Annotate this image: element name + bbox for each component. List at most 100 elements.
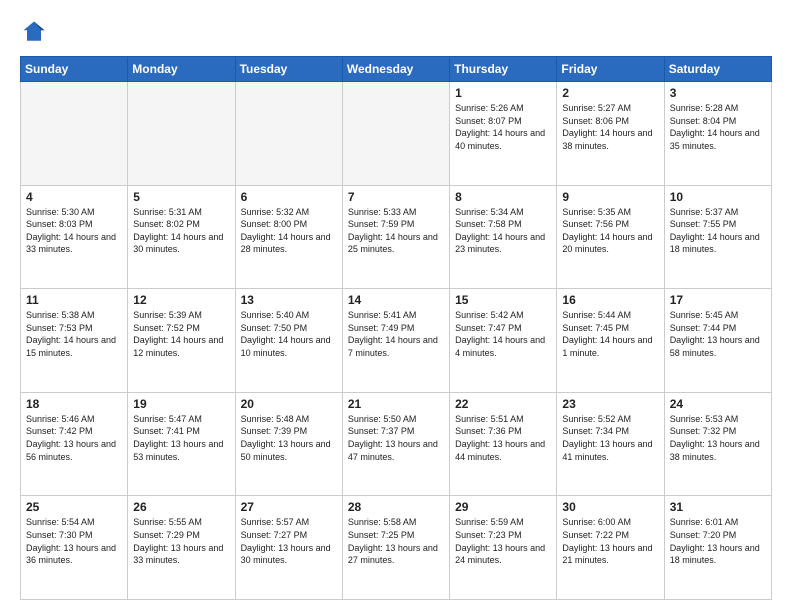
calendar-cell: 29 Sunrise: 5:59 AMSunset: 7:23 PMDayligh… — [450, 496, 557, 600]
calendar-cell — [21, 82, 128, 186]
calendar-cell: 10Sunrise: 5:37 AMSunset: 7:55 PMDayligh… — [664, 185, 771, 289]
calendar-cell: 8 Sunrise: 5:34 AMSunset: 7:58 PMDaylight… — [450, 185, 557, 289]
calendar-cell: 24 Sunrise: 5:53 AMSunset: 7:32 PMDayligh… — [664, 392, 771, 496]
day-number: 5 — [133, 190, 229, 204]
calendar-table: SundayMondayTuesdayWednesdayThursdayFrid… — [20, 56, 772, 600]
cell-text: Sunrise: 5:57 AMSunset: 7:27 PMDaylight:… — [241, 516, 337, 566]
cell-text: Sunrise: 6:01 AMSunset: 7:20 PMDaylight:… — [670, 516, 766, 566]
day-number: 30 — [562, 500, 658, 514]
calendar-cell: 19 Sunrise: 5:47 AMSunset: 7:41 PMDayligh… — [128, 392, 235, 496]
cell-text: Sunrise: 5:34 AMSunset: 7:58 PMDaylight:… — [455, 206, 551, 256]
cell-text: Sunrise: 5:59 AMSunset: 7:23 PMDaylight:… — [455, 516, 551, 566]
calendar-cell — [128, 82, 235, 186]
cell-text: Sunrise: 5:46 AMSunset: 7:42 PMDaylight:… — [26, 413, 122, 463]
day-number: 1 — [455, 86, 551, 100]
day-number: 11 — [26, 293, 122, 307]
calendar-cell: 6 Sunrise: 5:32 AMSunset: 8:00 PMDaylight… — [235, 185, 342, 289]
calendar-cell: 7Sunrise: 5:33 AMSunset: 7:59 PMDaylight… — [342, 185, 449, 289]
day-number: 2 — [562, 86, 658, 100]
calendar-cell: 22 Sunrise: 5:51 AMSunset: 7:36 PMDayligh… — [450, 392, 557, 496]
day-number: 8 — [455, 190, 551, 204]
calendar-cell: 20 Sunrise: 5:48 AMSunset: 7:39 PMDayligh… — [235, 392, 342, 496]
cell-text: Sunrise: 5:28 AMSunset: 8:04 PMDaylight:… — [670, 102, 766, 152]
day-number: 7 — [348, 190, 444, 204]
cell-text: Sunrise: 5:42 AMSunset: 7:47 PMDaylight:… — [455, 309, 551, 359]
page: SundayMondayTuesdayWednesdayThursdayFrid… — [0, 0, 792, 612]
week-row-5: 25Sunrise: 5:54 AMSunset: 7:30 PMDayligh… — [21, 496, 772, 600]
day-number: 28 — [348, 500, 444, 514]
day-number: 16 — [562, 293, 658, 307]
cell-text: Sunrise: 5:55 AMSunset: 7:29 PMDaylight:… — [133, 516, 229, 566]
day-number: 12 — [133, 293, 229, 307]
cell-text: Sunrise: 5:52 AMSunset: 7:34 PMDaylight:… — [562, 413, 658, 463]
weekday-header-saturday: Saturday — [664, 57, 771, 82]
day-number: 31 — [670, 500, 766, 514]
calendar-cell: 4 Sunrise: 5:30 AMSunset: 8:03 PMDaylight… — [21, 185, 128, 289]
header — [20, 18, 772, 46]
calendar-cell: 30Sunrise: 6:00 AMSunset: 7:22 PMDayligh… — [557, 496, 664, 600]
calendar-cell: 11 Sunrise: 5:38 AMSunset: 7:53 PMDayligh… — [21, 289, 128, 393]
weekday-header-thursday: Thursday — [450, 57, 557, 82]
calendar-cell: 25Sunrise: 5:54 AMSunset: 7:30 PMDayligh… — [21, 496, 128, 600]
day-number: 27 — [241, 500, 337, 514]
cell-text: Sunrise: 5:54 AMSunset: 7:30 PMDaylight:… — [26, 516, 122, 566]
calendar-cell: 1Sunrise: 5:26 AMSunset: 8:07 PMDaylight… — [450, 82, 557, 186]
day-number: 23 — [562, 397, 658, 411]
weekday-header-sunday: Sunday — [21, 57, 128, 82]
cell-text: Sunrise: 5:50 AMSunset: 7:37 PMDaylight:… — [348, 413, 444, 463]
calendar-cell: 31 Sunrise: 6:01 AMSunset: 7:20 PMDayligh… — [664, 496, 771, 600]
cell-text: Sunrise: 5:44 AMSunset: 7:45 PMDaylight:… — [562, 309, 658, 359]
week-row-3: 11 Sunrise: 5:38 AMSunset: 7:53 PMDayligh… — [21, 289, 772, 393]
logo-icon — [20, 18, 48, 46]
day-number: 29 — [455, 500, 551, 514]
cell-text: Sunrise: 5:53 AMSunset: 7:32 PMDaylight:… — [670, 413, 766, 463]
day-number: 18 — [26, 397, 122, 411]
calendar-cell: 14 Sunrise: 5:41 AMSunset: 7:49 PMDayligh… — [342, 289, 449, 393]
day-number: 10 — [670, 190, 766, 204]
cell-text: Sunrise: 5:40 AMSunset: 7:50 PMDaylight:… — [241, 309, 337, 359]
day-number: 4 — [26, 190, 122, 204]
calendar-cell: 13 Sunrise: 5:40 AMSunset: 7:50 PMDayligh… — [235, 289, 342, 393]
cell-text: Sunrise: 5:30 AMSunset: 8:03 PMDaylight:… — [26, 206, 122, 256]
cell-text: Sunrise: 5:32 AMSunset: 8:00 PMDaylight:… — [241, 206, 337, 256]
cell-text: Sunrise: 5:45 AMSunset: 7:44 PMDaylight:… — [670, 309, 766, 359]
cell-text: Sunrise: 5:35 AMSunset: 7:56 PMDaylight:… — [562, 206, 658, 256]
calendar-cell: 28 Sunrise: 5:58 AMSunset: 7:25 PMDayligh… — [342, 496, 449, 600]
calendar-cell: 5 Sunrise: 5:31 AMSunset: 8:02 PMDaylight… — [128, 185, 235, 289]
day-number: 3 — [670, 86, 766, 100]
cell-text: Sunrise: 5:51 AMSunset: 7:36 PMDaylight:… — [455, 413, 551, 463]
cell-text: Sunrise: 5:58 AMSunset: 7:25 PMDaylight:… — [348, 516, 444, 566]
day-number: 17 — [670, 293, 766, 307]
week-row-4: 18 Sunrise: 5:46 AMSunset: 7:42 PMDayligh… — [21, 392, 772, 496]
day-number: 13 — [241, 293, 337, 307]
day-number: 26 — [133, 500, 229, 514]
cell-text: Sunrise: 5:41 AMSunset: 7:49 PMDaylight:… — [348, 309, 444, 359]
weekday-header-tuesday: Tuesday — [235, 57, 342, 82]
cell-text: Sunrise: 5:31 AMSunset: 8:02 PMDaylight:… — [133, 206, 229, 256]
day-number: 6 — [241, 190, 337, 204]
calendar-cell: 15 Sunrise: 5:42 AMSunset: 7:47 PMDayligh… — [450, 289, 557, 393]
calendar-cell: 16 Sunrise: 5:44 AMSunset: 7:45 PMDayligh… — [557, 289, 664, 393]
calendar-cell: 9Sunrise: 5:35 AMSunset: 7:56 PMDaylight… — [557, 185, 664, 289]
day-number: 15 — [455, 293, 551, 307]
day-number: 22 — [455, 397, 551, 411]
calendar-cell: 18 Sunrise: 5:46 AMSunset: 7:42 PMDayligh… — [21, 392, 128, 496]
calendar-cell: 17 Sunrise: 5:45 AMSunset: 7:44 PMDayligh… — [664, 289, 771, 393]
day-number: 19 — [133, 397, 229, 411]
cell-text: Sunrise: 5:48 AMSunset: 7:39 PMDaylight:… — [241, 413, 337, 463]
day-number: 24 — [670, 397, 766, 411]
cell-text: Sunrise: 5:38 AMSunset: 7:53 PMDaylight:… — [26, 309, 122, 359]
weekday-header-wednesday: Wednesday — [342, 57, 449, 82]
day-number: 20 — [241, 397, 337, 411]
calendar-cell: 12Sunrise: 5:39 AMSunset: 7:52 PMDayligh… — [128, 289, 235, 393]
cell-text: Sunrise: 5:27 AMSunset: 8:06 PMDaylight:… — [562, 102, 658, 152]
day-number: 14 — [348, 293, 444, 307]
weekday-header-monday: Monday — [128, 57, 235, 82]
cell-text: Sunrise: 5:47 AMSunset: 7:41 PMDaylight:… — [133, 413, 229, 463]
week-row-1: 1Sunrise: 5:26 AMSunset: 8:07 PMDaylight… — [21, 82, 772, 186]
week-row-2: 4 Sunrise: 5:30 AMSunset: 8:03 PMDaylight… — [21, 185, 772, 289]
day-number: 21 — [348, 397, 444, 411]
calendar-cell — [235, 82, 342, 186]
calendar-cell — [342, 82, 449, 186]
calendar-cell: 3 Sunrise: 5:28 AMSunset: 8:04 PMDaylight… — [664, 82, 771, 186]
